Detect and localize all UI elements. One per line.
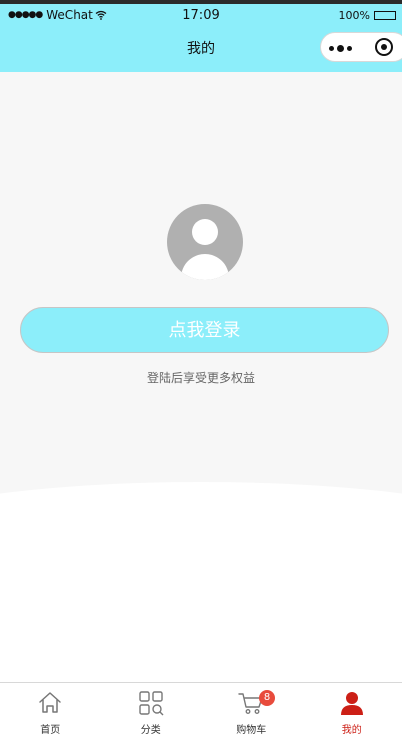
menu-capsule[interactable]: [320, 32, 402, 62]
tab-label-cart: 购物车: [236, 725, 267, 736]
tab-home[interactable]: 首页: [0, 683, 101, 737]
mini-program-page: ●●●●● WeChat 17:09 100% 我的 点我登录 登陆后享受更多权…: [0, 0, 402, 737]
status-right: 100%: [339, 9, 396, 22]
status-bar: ●●●●● WeChat 17:09 100%: [0, 4, 402, 28]
user-icon: [339, 690, 365, 716]
tab-category[interactable]: 分类: [101, 683, 202, 737]
more-icon[interactable]: [329, 42, 357, 54]
avatar-head: [192, 219, 218, 245]
profile-header-background: [0, 72, 402, 512]
close-icon[interactable]: [375, 38, 393, 56]
tab-cart[interactable]: 8 购物车: [201, 683, 302, 737]
battery-icon: [374, 11, 396, 20]
navigation-bar: 我的: [0, 28, 402, 72]
tab-label-mine: 我的: [341, 725, 362, 736]
avatar-body: [181, 254, 229, 280]
tab-label-home: 首页: [40, 725, 61, 736]
tab-mine[interactable]: 我的: [302, 683, 402, 737]
battery-percent: 100%: [338, 9, 370, 22]
category-icon: [138, 690, 164, 716]
login-button[interactable]: 点我登录: [20, 307, 389, 353]
avatar-icon[interactable]: [167, 204, 243, 280]
bottom-tab-bar: 首页 分类 8 购物车 我的: [0, 682, 402, 737]
curved-divider: [0, 482, 402, 602]
login-hint: 登陆后享受更多权益: [146, 371, 255, 385]
home-icon: [37, 690, 63, 716]
cart-badge: 8: [259, 690, 275, 706]
tab-label-category: 分类: [140, 725, 161, 736]
